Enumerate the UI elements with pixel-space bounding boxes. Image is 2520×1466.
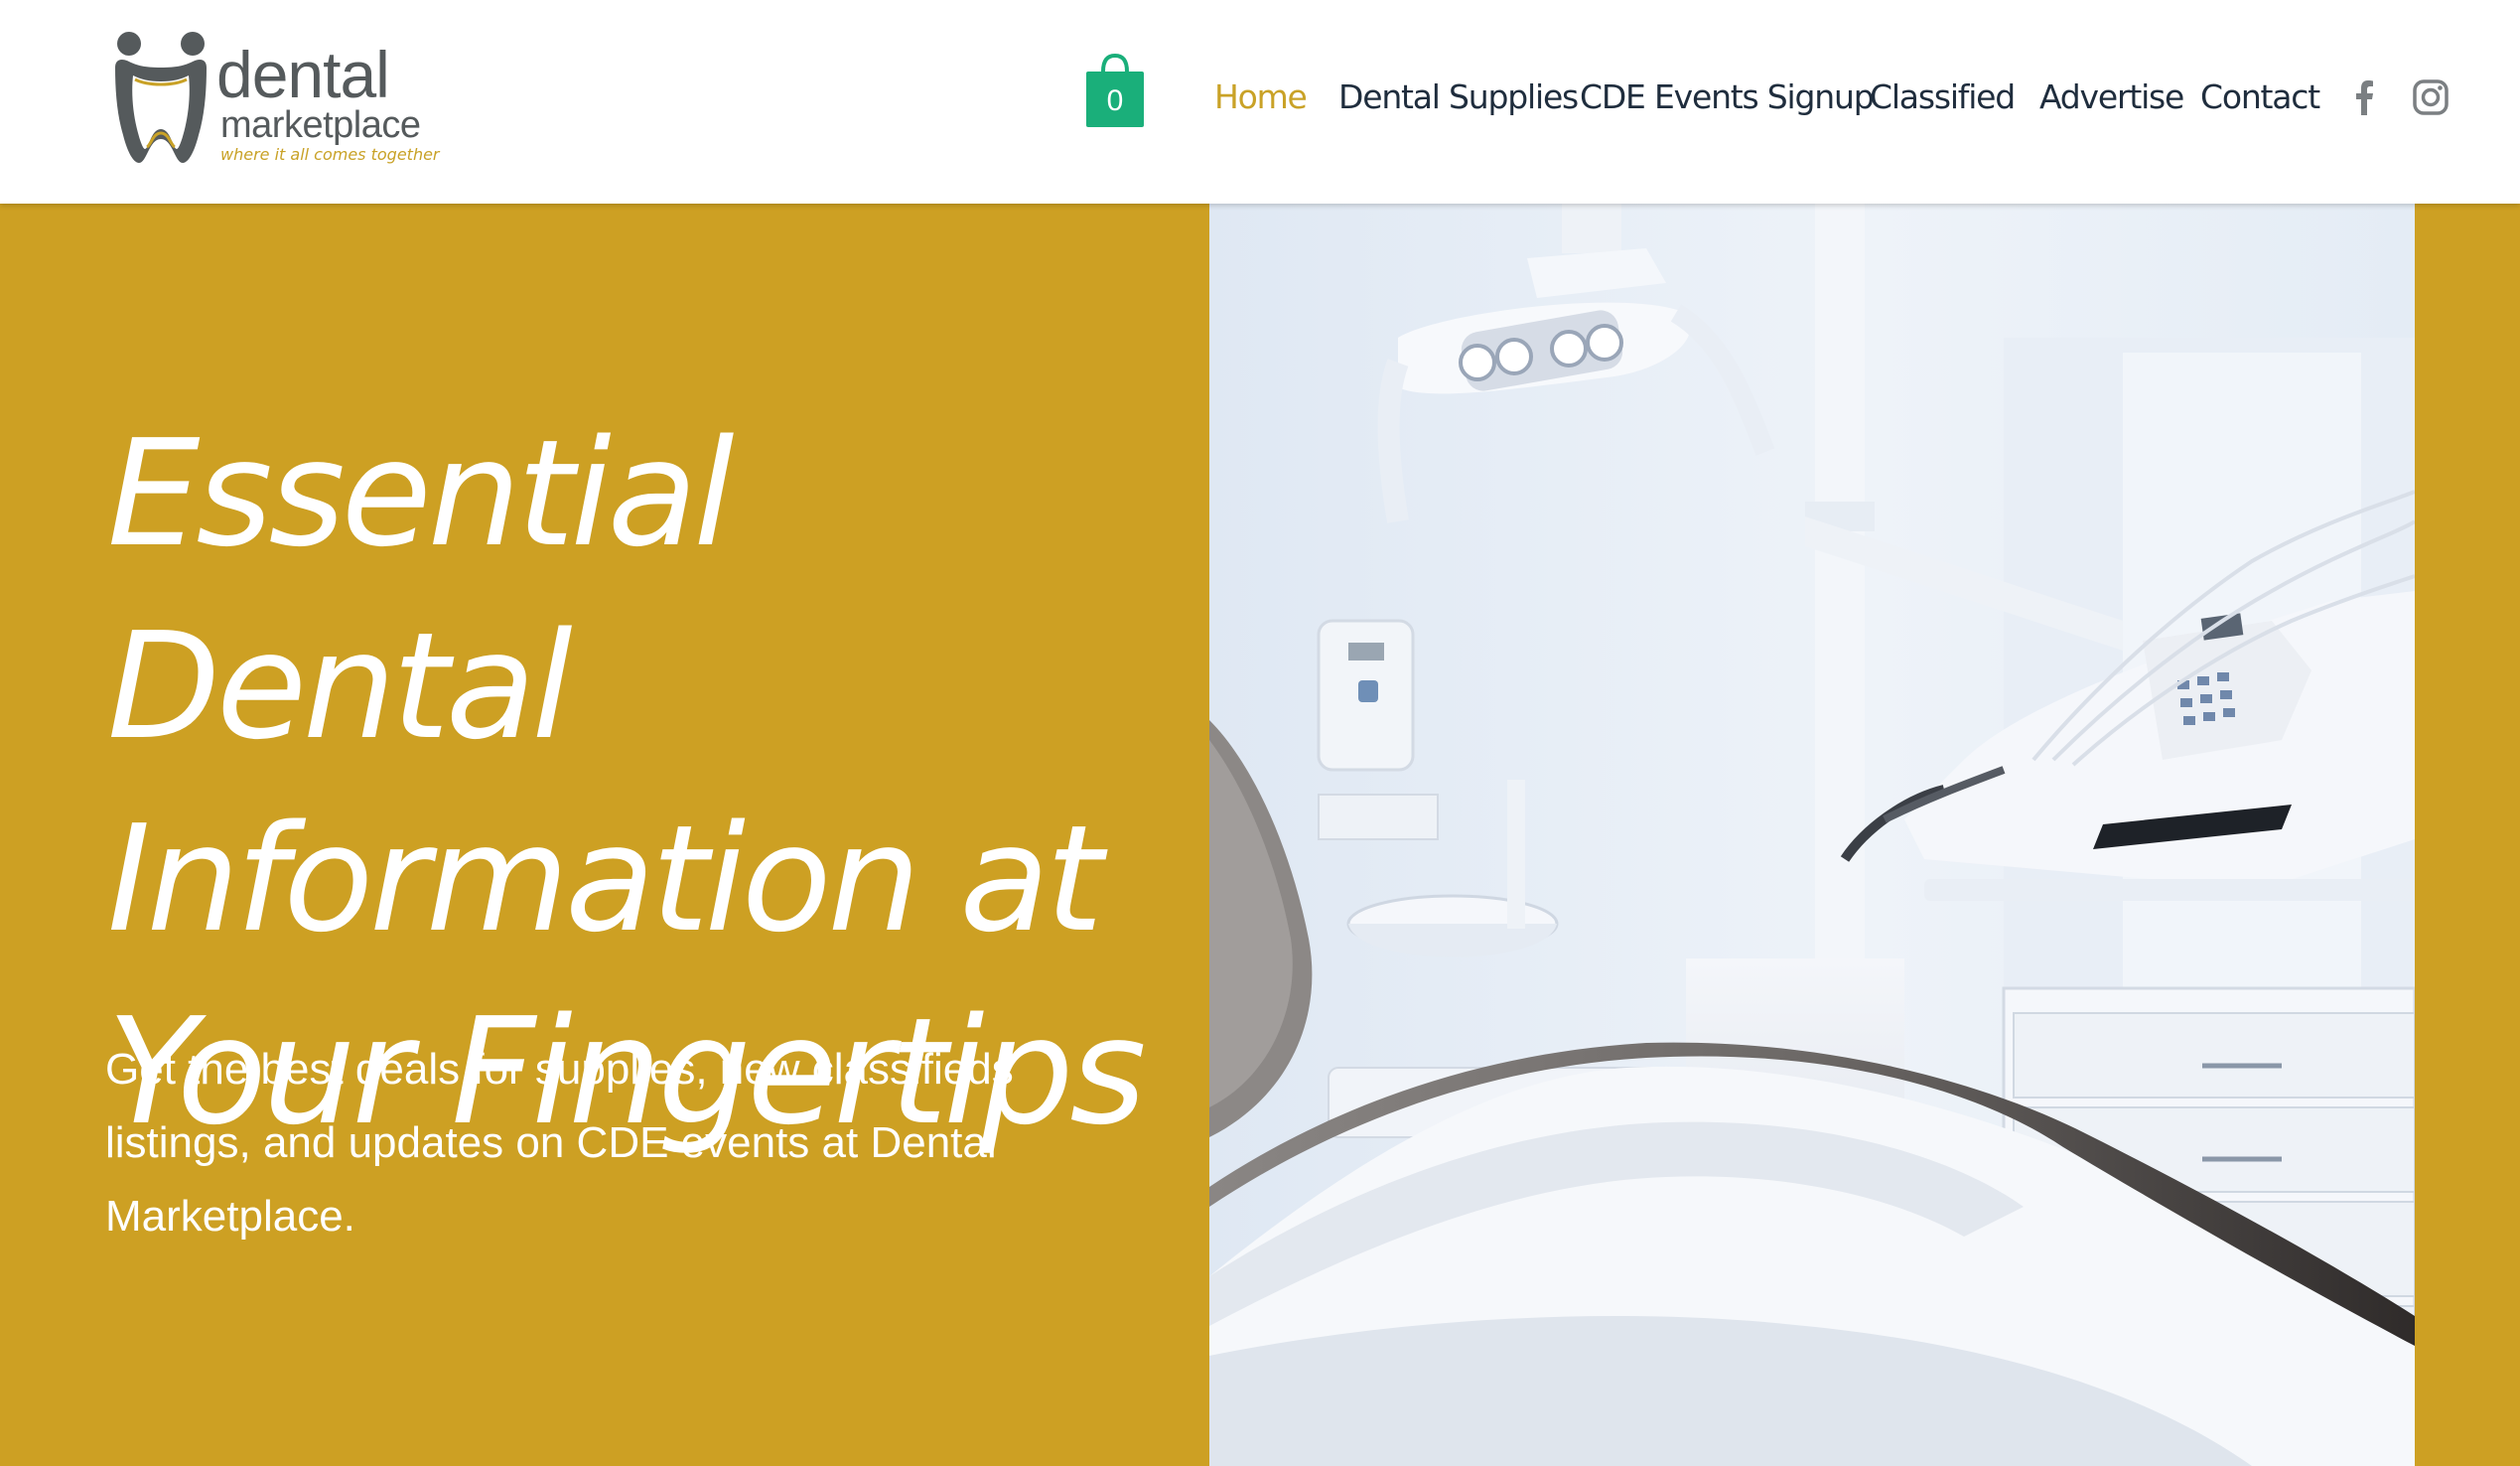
nav-contact[interactable]: Contact [2200,70,2320,125]
hero-subtext: Get the best deals for supplies, new cla… [105,1045,1014,1241]
site-header: dental marketplace where it all comes to… [0,0,2520,204]
nav-dental-supplies[interactable]: Dental Supplies [1338,70,1579,125]
nav-classified[interactable]: Classified [1870,70,2016,125]
instagram-icon [2413,79,2449,115]
dental-office-photo [1209,204,2415,1466]
logo-word: dental [216,38,390,111]
hero-accent-strip [2415,204,2520,1466]
cart-count: 0 [1106,84,1124,117]
logo-subword: marketplace [220,104,421,146]
cart-button[interactable]: 0 [1084,52,1146,129]
facebook-link[interactable] [2345,77,2385,117]
nav-home[interactable]: Home [1214,70,1308,125]
nav-cde-events-signup[interactable]: CDE Events Signup [1580,70,1875,125]
hero-headline-line-2: Information at [107,794,1103,964]
nav-advertise[interactable]: Advertise [2039,70,2184,125]
hero-headline-line-1: Essential Dental [107,408,735,772]
instagram-link[interactable] [2411,77,2450,117]
site-logo[interactable]: dental marketplace where it all comes to… [111,28,440,169]
logo-tagline: where it all comes together [220,145,440,164]
facebook-icon [2356,80,2373,115]
tooth-logo-icon [115,32,207,163]
